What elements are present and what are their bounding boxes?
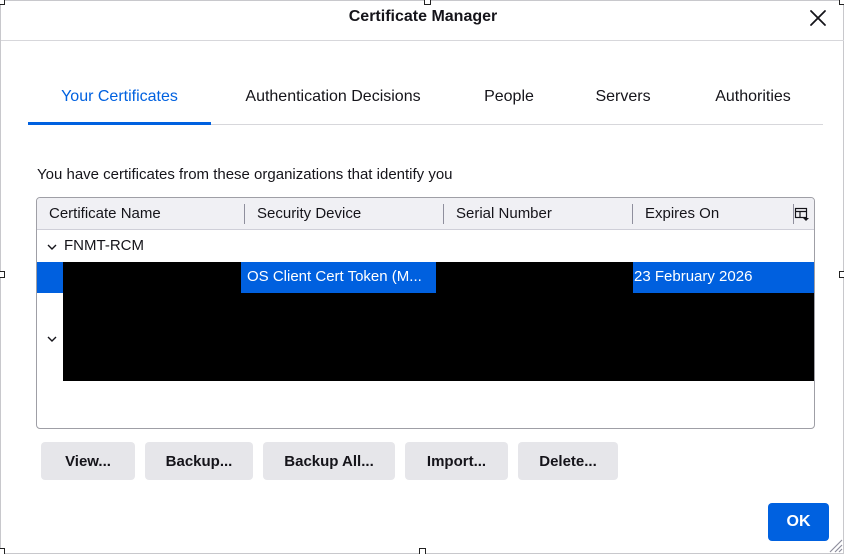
dialog-title: Certificate Manager bbox=[348, 8, 498, 25]
group-name: FNMT-RCM bbox=[64, 237, 144, 254]
tab-your-certificates[interactable]: Your Certificates bbox=[28, 73, 211, 125]
import-button[interactable]: Import... bbox=[405, 442, 508, 480]
resize-grip-icon[interactable] bbox=[827, 537, 843, 553]
certificate-tree[interactable]: Certificate Name Security Device Serial … bbox=[36, 197, 815, 429]
title-bar: Certificate Manager bbox=[1, 1, 844, 41]
delete-button[interactable]: Delete... bbox=[518, 442, 618, 480]
ok-button[interactable]: OK bbox=[768, 503, 829, 541]
redacted-serial-number bbox=[436, 262, 633, 293]
backup-button[interactable]: Backup... bbox=[145, 442, 253, 480]
column-header-certificate-name[interactable]: Certificate Name bbox=[37, 198, 244, 230]
column-picker-icon bbox=[794, 207, 809, 221]
intro-text: You have certificates from these organiz… bbox=[37, 166, 453, 183]
resize-handle-right[interactable] bbox=[839, 271, 844, 278]
table-row[interactable]: OS Client Cert Token (M... 23 February 2… bbox=[37, 262, 814, 293]
tab-authorities[interactable]: Authorities bbox=[708, 73, 798, 124]
tree-group-row[interactable] bbox=[37, 293, 814, 381]
redacted-group-block bbox=[63, 293, 814, 381]
column-header-serial-number[interactable]: Serial Number bbox=[444, 198, 632, 230]
resize-handle-left[interactable] bbox=[0, 271, 5, 278]
cell-expires-on: 23 February 2026 bbox=[634, 268, 753, 285]
tab-authentication-decisions[interactable]: Authentication Decisions bbox=[233, 73, 433, 124]
close-icon bbox=[810, 10, 826, 26]
tree-group-row[interactable]: FNMT-RCM bbox=[37, 231, 814, 262]
certificate-manager-dialog: Certificate Manager Your Certificates Au… bbox=[0, 0, 844, 554]
view-button[interactable]: View... bbox=[41, 442, 135, 480]
redacted-certificate-name bbox=[63, 262, 241, 293]
chevron-down-icon[interactable] bbox=[46, 333, 58, 345]
column-picker-button[interactable] bbox=[794, 206, 810, 222]
close-button[interactable] bbox=[805, 5, 831, 31]
column-header-security-device[interactable]: Security Device bbox=[245, 198, 443, 230]
resize-handle-bottom[interactable] bbox=[419, 548, 426, 554]
column-header-expires-on[interactable]: Expires On bbox=[633, 198, 793, 230]
chevron-down-icon[interactable] bbox=[46, 241, 58, 253]
backup-all-button[interactable]: Backup All... bbox=[263, 442, 395, 480]
tab-people[interactable]: People bbox=[474, 73, 544, 124]
tree-header: Certificate Name Security Device Serial … bbox=[37, 198, 814, 230]
tab-bar: Your Certificates Authentication Decisio… bbox=[28, 73, 823, 125]
resize-handle-bottom-left[interactable] bbox=[0, 548, 5, 554]
cell-security-device: OS Client Cert Token (M... bbox=[247, 268, 422, 285]
tab-servers[interactable]: Servers bbox=[588, 73, 658, 124]
